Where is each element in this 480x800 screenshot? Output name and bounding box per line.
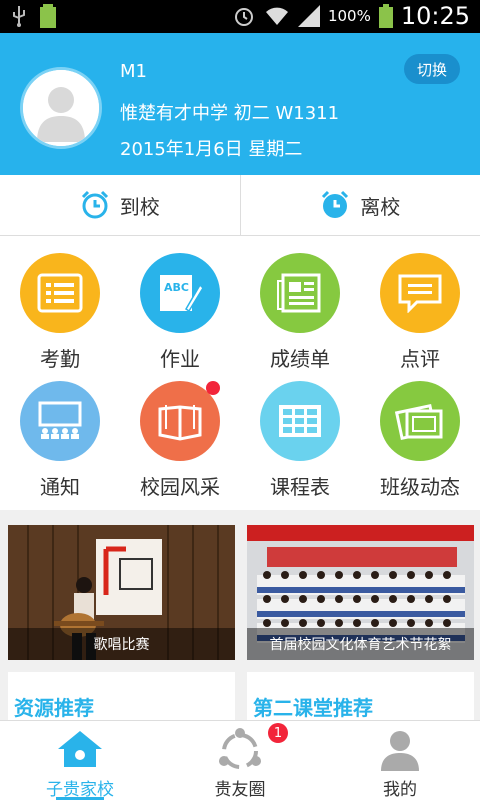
tab-label: 贵友圈 xyxy=(214,780,266,800)
grid-item-class-news[interactable]: 班级动态 xyxy=(360,381,480,500)
grid-label: 班级动态 xyxy=(380,475,460,499)
banner-caption: 歌唱比赛 xyxy=(8,628,235,660)
presentation-icon xyxy=(20,381,100,461)
card-title: 第二课堂推荐 xyxy=(253,696,373,720)
alarm-clock-filled-icon xyxy=(322,190,349,218)
grid-label: 校园风采 xyxy=(140,475,220,499)
bottom-tab-bar: 子贵家校 贵友圈 我的 1 xyxy=(0,720,480,800)
arrive-label: 到校 xyxy=(119,194,160,219)
profile-header: M1 惟楚有才中学 初二 W1311 2015年1月6日 星期二 切换 xyxy=(0,33,480,175)
card-title: 资源推荐 xyxy=(14,696,94,720)
status-bar: 100% 10:25 xyxy=(0,0,480,33)
grid-label: 点评 xyxy=(400,347,440,371)
attendance-row: 到校 离校 xyxy=(0,175,480,236)
grid-label: 通知 xyxy=(40,475,80,499)
grid-label: 考勤 xyxy=(40,347,80,371)
new-indicator-dot xyxy=(206,381,220,395)
user-silhouette-icon xyxy=(23,70,99,146)
grid-item-attendance[interactable]: 考勤 xyxy=(0,253,120,372)
leave-school-button[interactable]: 离校 xyxy=(241,175,480,235)
grid-label: 课程表 xyxy=(270,475,330,499)
grid-item-homework[interactable]: ABC 作业 xyxy=(120,253,240,372)
grid-item-timetable[interactable]: 课程表 xyxy=(240,381,360,500)
grid-item-notice[interactable]: 通知 xyxy=(0,381,120,500)
tab-label: 子贵家校 xyxy=(46,780,114,800)
resource-recommend-card[interactable]: 资源推荐 xyxy=(8,672,235,722)
wifi-icon xyxy=(265,7,288,25)
banner-culture-festival[interactable]: 首届校园文化体育艺术节花絮 xyxy=(247,525,474,660)
user-name: M1 xyxy=(120,61,147,82)
grid-label: 作业 xyxy=(160,347,200,371)
tab-label: 我的 xyxy=(383,780,417,800)
svg-text:ABC: ABC xyxy=(164,281,189,294)
second-classroom-card[interactable]: 第二课堂推荐 xyxy=(247,672,474,722)
feature-grid: 考勤 ABC 作业 成绩单 点评 通知 校园风采 课程表 班级动态 xyxy=(0,236,480,510)
newspaper-icon xyxy=(260,253,340,333)
battery-icon xyxy=(378,4,393,28)
grid-item-report-card[interactable]: 成绩单 xyxy=(240,253,360,372)
attendance-icon xyxy=(20,253,100,333)
timetable-icon xyxy=(260,381,340,461)
tab-home-school[interactable]: 子贵家校 xyxy=(0,721,160,800)
signal-icon xyxy=(297,5,320,27)
current-date: 2015年1月6日 星期二 xyxy=(120,139,303,160)
arrive-school-button[interactable]: 到校 xyxy=(0,175,241,235)
battery-percent: 100% xyxy=(327,7,371,25)
grid-item-comment[interactable]: 点评 xyxy=(360,253,480,372)
person-icon xyxy=(376,727,424,771)
clock: 10:25 xyxy=(400,2,470,30)
banner-singing-contest[interactable]: 歌唱比赛 xyxy=(8,525,235,660)
friends-circle-icon xyxy=(216,727,264,771)
school-class: 惟楚有才中学 初二 W1311 xyxy=(120,103,340,124)
grid-label: 成绩单 xyxy=(270,347,330,371)
open-book-icon xyxy=(140,381,220,461)
homework-icon: ABC xyxy=(140,253,220,333)
grid-item-campus-style[interactable]: 校园风采 xyxy=(120,381,240,500)
switch-button[interactable]: 切换 xyxy=(404,54,460,84)
alarm-icon xyxy=(234,8,253,26)
leave-label: 离校 xyxy=(360,194,401,219)
photos-icon xyxy=(380,381,460,461)
tab-mine[interactable]: 我的 xyxy=(320,721,480,800)
notification-badge: 1 xyxy=(268,723,288,743)
battery-small-icon xyxy=(40,4,56,28)
tab-friends-circle[interactable]: 贵友圈 xyxy=(160,721,320,800)
comment-icon xyxy=(380,253,460,333)
banner-section: 歌唱比赛 首届校园文化体育艺术节花絮 资源推荐 第二课堂推荐 xyxy=(0,510,480,722)
alarm-clock-icon xyxy=(81,190,108,219)
usb-icon xyxy=(13,6,25,27)
house-icon xyxy=(56,727,104,771)
avatar[interactable] xyxy=(20,67,102,149)
banner-caption: 首届校园文化体育艺术节花絮 xyxy=(247,628,474,660)
